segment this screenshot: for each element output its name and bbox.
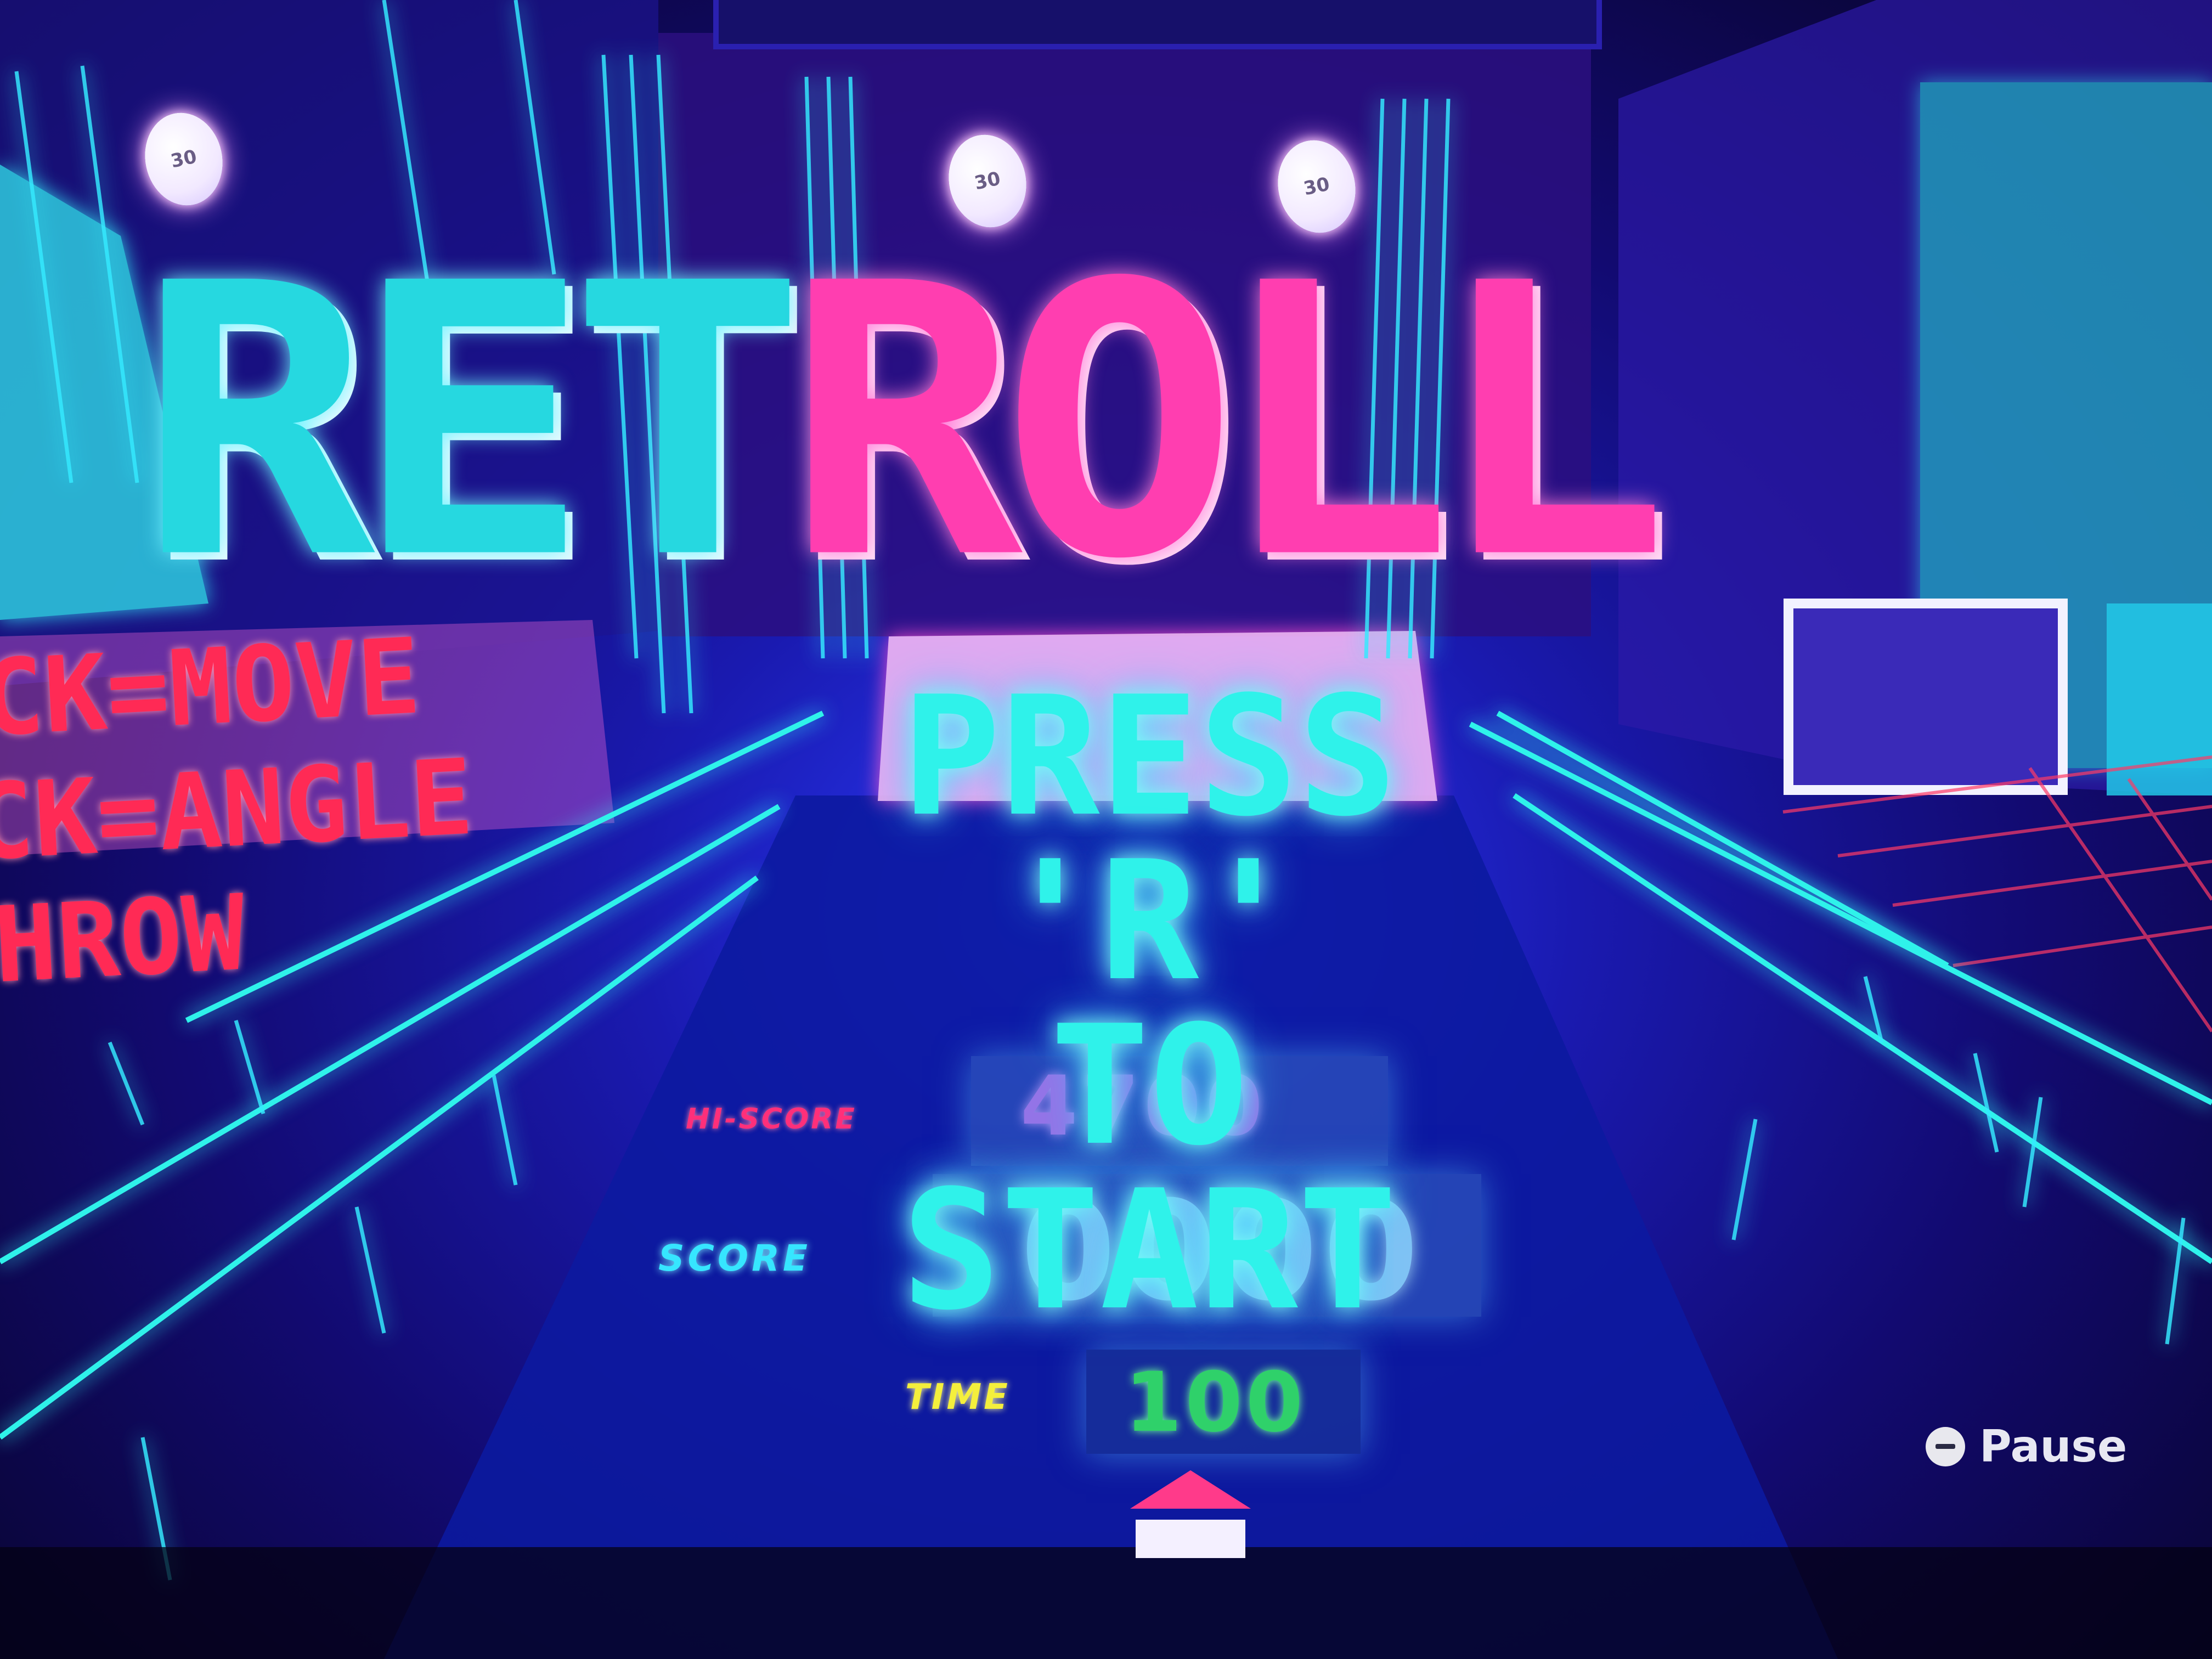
aim-arrow-icon [1130,1470,1251,1558]
game-title: RET ROLL [137,235,2112,610]
game-scene: 30 30 30 RET ROLL CK=MOVE CK=ANGLE HROW … [0,0,2212,1659]
prompt-line-to: TO [1050,990,1249,1182]
time-label: TIME [905,1377,1010,1418]
control-instructions: CK=MOVE CK=ANGLE HROW [0,603,650,1006]
prompt-line-key: 'R' [1001,826,1298,1017]
press-r-to-start-prompt: PRESS 'R' TO START [779,675,1520,1333]
top-marquee [713,0,1602,49]
minus-button-icon [1926,1426,1965,1466]
pause-button[interactable]: Pause [1926,1421,2127,1472]
prompt-line-start: START [901,1155,1397,1346]
pause-label: Pause [1979,1421,2128,1472]
game-title-part-a: RET [137,204,806,641]
prompt-line-press: PRESS [901,661,1397,853]
game-title-part-b: ROLL [785,204,1670,641]
time-value: 100 [1125,1355,1307,1451]
